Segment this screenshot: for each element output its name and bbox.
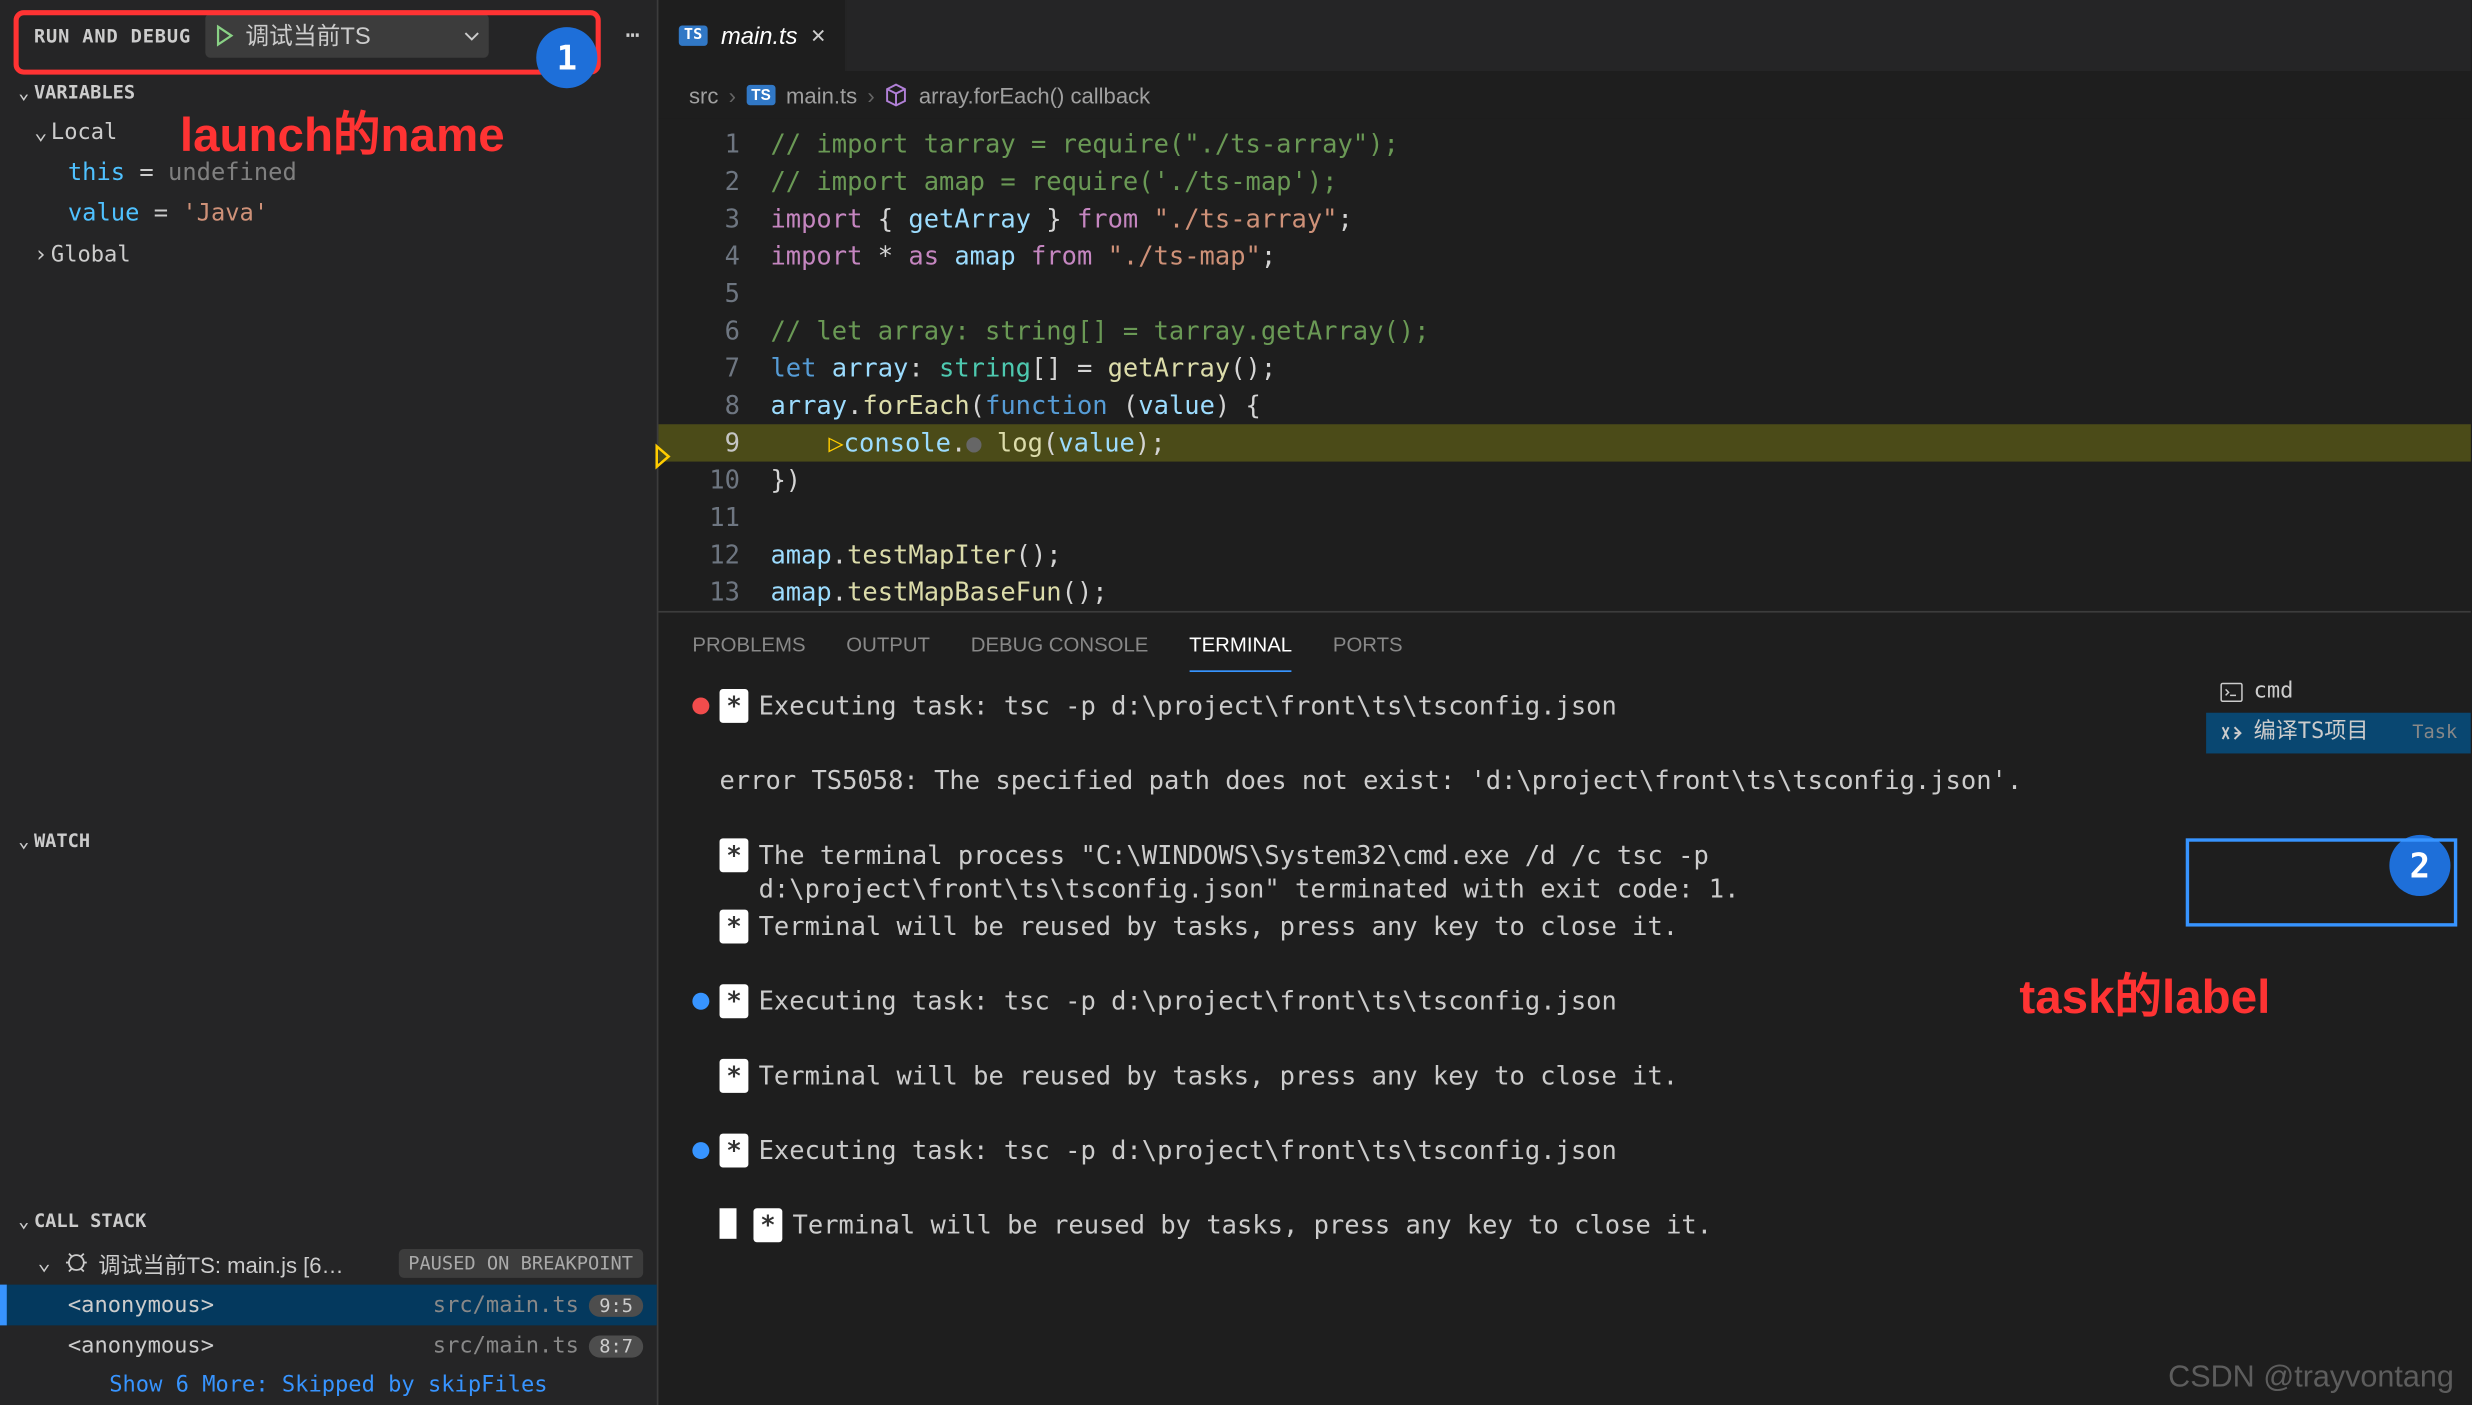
annotation-text-2: task的label <box>2019 961 2270 1029</box>
code-line[interactable]: 13amap.testMapBaseFun(); <box>658 574 2470 611</box>
code-line[interactable]: 11 <box>658 499 2470 536</box>
panel-tab-debug-console[interactable]: DEBUG CONSOLE <box>971 626 1149 672</box>
annotation-badge-2: 2 <box>2389 835 2450 896</box>
terminal-instance[interactable]: cmd <box>2206 672 2471 713</box>
watch-title: WATCH <box>34 829 90 851</box>
close-icon[interactable]: ✕ <box>811 22 825 49</box>
panel-tab-output[interactable]: OUTPUT <box>846 626 930 672</box>
terminal-line <box>692 726 2437 760</box>
chevron-down-icon: ⌄ <box>31 120 51 145</box>
more-icon[interactable]: ⋯ <box>625 22 646 49</box>
callstack-section[interactable]: ⌄ CALL STACK <box>0 1200 657 1241</box>
code-line[interactable]: 4import * as amap from "./ts-map"; <box>658 238 2470 275</box>
annotation-text-1: launch的name <box>180 98 505 166</box>
code-line[interactable]: 7let array: string[] = getArray(); <box>658 350 2470 387</box>
tools-icon <box>2220 721 2244 745</box>
pause-state: PAUSED ON BREAKPOINT <box>398 1248 643 1277</box>
config-name: 调试当前TS <box>245 19 370 53</box>
editor-tabs: TS main.ts ✕ <box>658 0 2470 71</box>
bug-icon <box>64 1251 88 1275</box>
panel-tab-terminal[interactable]: TERMINAL <box>1189 626 1292 672</box>
code-line[interactable]: 10}) <box>658 462 2470 499</box>
terminal-line: *The terminal process "C:\WINDOWS\System… <box>692 838 2437 906</box>
code-line[interactable]: 2// import amap = require('./ts-map'); <box>658 163 2470 200</box>
debug-config-selector[interactable]: 调试当前TS <box>205 14 490 58</box>
watch-section[interactable]: ⌄ WATCH <box>0 820 657 861</box>
typescript-icon: TS <box>746 85 776 105</box>
chevron-down-icon: ⌄ <box>14 81 34 103</box>
typescript-icon: TS <box>679 25 708 45</box>
panel-tabs: PROBLEMS OUTPUT DEBUG CONSOLE TERMINAL PORTS <box>658 613 2470 672</box>
run-debug-title: RUN AND DEBUG <box>10 25 191 47</box>
panel-tab-problems[interactable]: PROBLEMS <box>692 626 805 672</box>
code-editor[interactable]: 1// import tarray = require("./ts-array"… <box>658 119 2470 611</box>
panel-tab-ports[interactable]: PORTS <box>1333 626 1403 672</box>
terminal-line: *Executing task: tsc -p d:\project\front… <box>692 689 2437 723</box>
stack-frame[interactable]: <anonymous> src/main.ts 9:5 <box>0 1285 657 1326</box>
play-icon <box>211 24 235 48</box>
code-line[interactable]: 12amap.testMapIter(); <box>658 536 2470 573</box>
show-more-frames[interactable]: Show 6 More: Skipped by skipFiles <box>0 1366 657 1405</box>
chevron-down-icon: ⌄ <box>14 829 34 851</box>
annotation-badge-1: 1 <box>536 27 597 88</box>
terminal-line: error TS5058: The specified path does no… <box>692 764 2437 798</box>
callstack-title: CALL STACK <box>34 1209 146 1231</box>
chevron-down-icon: ⌄ <box>14 1209 34 1231</box>
chevron-down-icon <box>462 25 482 45</box>
terminal-list: cmd编译TS项目Task <box>2206 672 2471 753</box>
variables-title: VARIABLES <box>34 81 135 103</box>
code-line[interactable]: 1// import tarray = require("./ts-array"… <box>658 126 2470 163</box>
terminal-line <box>692 1096 2437 1130</box>
terminal-instance[interactable]: 编译TS项目Task <box>2206 713 2471 754</box>
code-line[interactable]: 6// let array: string[] = tarray.getArra… <box>658 312 2470 349</box>
terminal-line: *Executing task: tsc -p d:\project\front… <box>692 1134 2437 1168</box>
code-line[interactable]: 9 ▷console.● log(value); <box>658 424 2470 461</box>
code-line[interactable]: 8array.forEach(function (value) { <box>658 387 2470 424</box>
terminal-line: *Terminal will be reused by tasks, press… <box>692 1059 2437 1093</box>
cmd-icon <box>2220 680 2244 704</box>
stack-frame[interactable]: <anonymous> src/main.ts 8:7 <box>0 1325 657 1366</box>
terminal-line: *Terminal will be reused by tasks, press… <box>692 1208 2437 1242</box>
terminal-line: *Terminal will be reused by tasks, press… <box>692 910 2437 944</box>
callstack-thread[interactable]: ⌄ 调试当前TS: main.js [6… PAUSED ON BREAKPOI… <box>0 1241 657 1285</box>
code-line[interactable]: 3import { getArray } from "./ts-array"; <box>658 200 2470 237</box>
chevron-right-icon: › <box>31 242 51 267</box>
terminal-line <box>692 1171 2437 1205</box>
terminal-line <box>692 801 2437 835</box>
watermark: CSDN @trayvontang <box>2168 1359 2454 1395</box>
scope-global[interactable]: › Global <box>0 234 657 275</box>
breadcrumb[interactable]: src › TS main.ts › array.forEach() callb… <box>658 71 2470 119</box>
tab-main-ts[interactable]: TS main.ts ✕ <box>658 0 847 71</box>
variable-row[interactable]: value = 'Java' <box>0 193 657 234</box>
code-line[interactable]: 5 <box>658 275 2470 312</box>
method-icon <box>885 83 909 107</box>
chevron-down-icon: ⌄ <box>34 1250 54 1275</box>
